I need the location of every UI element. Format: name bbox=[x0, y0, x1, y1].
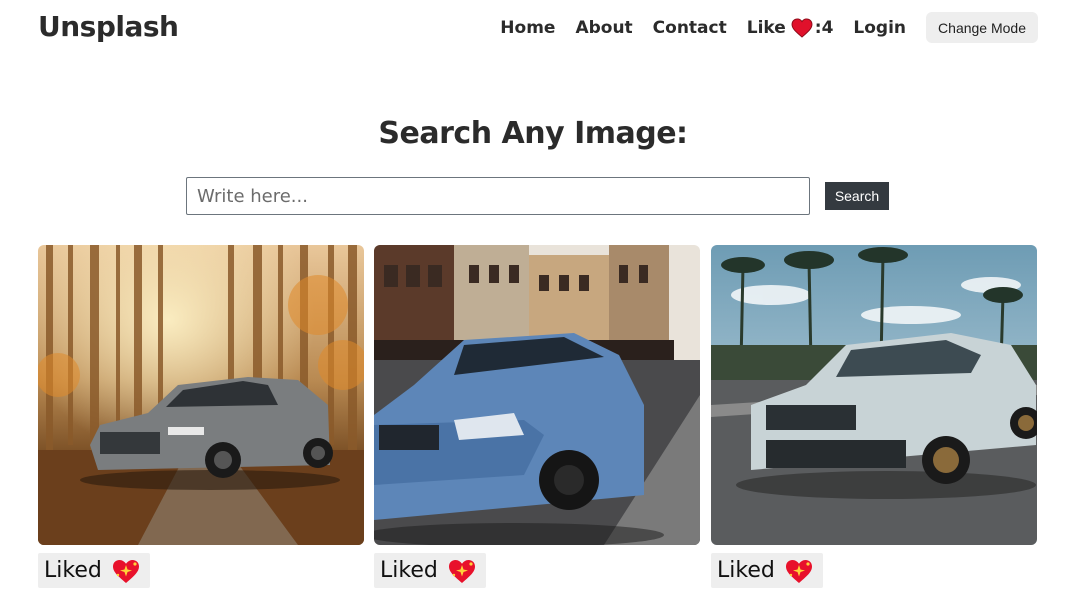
nav-login[interactable]: Login bbox=[853, 18, 906, 38]
nav-contact[interactable]: Contact bbox=[653, 18, 727, 38]
liked-button[interactable]: Liked bbox=[711, 553, 823, 588]
sparkling-heart-icon bbox=[112, 559, 139, 583]
liked-button[interactable]: Liked bbox=[374, 553, 486, 588]
nav-like-label: Like bbox=[746, 17, 786, 38]
search-input[interactable] bbox=[186, 177, 810, 215]
nav-links: Home About Contact Like :4 Login Change … bbox=[480, 12, 1038, 43]
card-image[interactable] bbox=[711, 245, 1037, 545]
liked-button[interactable]: Liked bbox=[38, 553, 150, 588]
heart-icon bbox=[791, 17, 813, 38]
sparkling-heart-icon bbox=[785, 559, 812, 583]
brand-logo[interactable]: Unsplash bbox=[38, 10, 179, 43]
change-mode-button[interactable]: Change Mode bbox=[926, 12, 1038, 43]
liked-label: Liked bbox=[717, 558, 775, 583]
nav-about[interactable]: About bbox=[575, 18, 632, 38]
search-title: Search Any Image: bbox=[378, 116, 688, 151]
image-card: Liked bbox=[374, 245, 700, 588]
navbar: Unsplash Home About Contact Like :4 Logi… bbox=[0, 0, 1066, 56]
image-card: Liked bbox=[38, 245, 364, 588]
liked-label: Liked bbox=[44, 558, 102, 583]
sparkling-heart-icon bbox=[448, 559, 475, 583]
search-button[interactable]: Search bbox=[825, 182, 889, 210]
liked-label: Liked bbox=[380, 558, 438, 583]
card-image[interactable] bbox=[374, 245, 700, 545]
nav-home[interactable]: Home bbox=[500, 18, 555, 38]
card-image[interactable] bbox=[38, 245, 364, 545]
image-card: Liked bbox=[711, 245, 1037, 588]
like-count: :4 bbox=[814, 17, 834, 38]
nav-like[interactable]: Like :4 bbox=[747, 18, 834, 38]
